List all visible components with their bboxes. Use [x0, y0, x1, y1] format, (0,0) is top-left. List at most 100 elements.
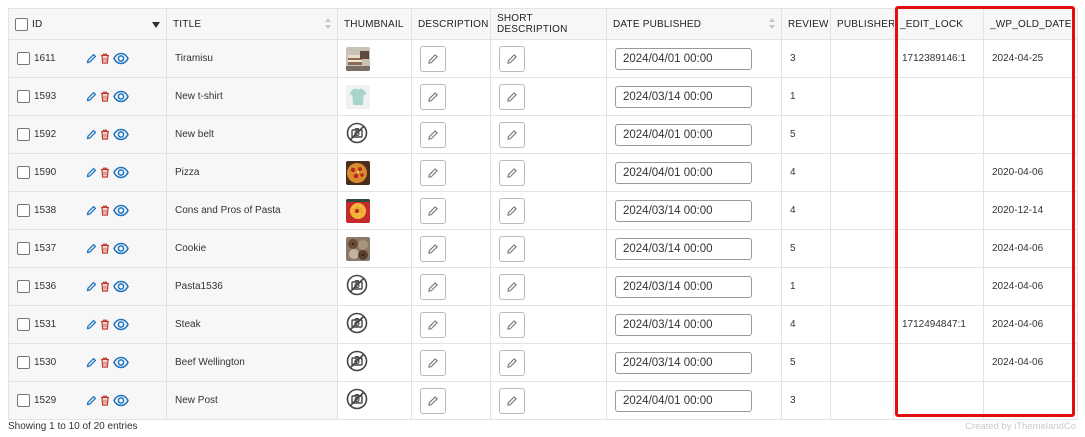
pencil-icon[interactable]: [86, 167, 97, 178]
header-date-published[interactable]: DATE PUBLISHED: [606, 8, 782, 40]
cell-publisher[interactable]: [830, 191, 894, 230]
cell-edit-lock[interactable]: [893, 267, 984, 306]
date-published-input[interactable]: [615, 123, 752, 146]
cell-wp-old-date[interactable]: [983, 381, 1078, 420]
cell-publisher[interactable]: [830, 343, 894, 382]
short-description-edit-button[interactable]: [499, 83, 525, 110]
sort-icon[interactable]: [325, 18, 331, 32]
row-checkbox[interactable]: [17, 90, 30, 103]
cell-wp-old-date[interactable]: 2024-04-06: [983, 267, 1078, 306]
cell-title[interactable]: Cookie: [166, 229, 338, 268]
header-id[interactable]: ID: [8, 8, 167, 40]
short-description-edit-button[interactable]: [499, 273, 525, 300]
short-description-edit-button[interactable]: [499, 235, 525, 262]
short-description-edit-button[interactable]: [499, 387, 525, 414]
cell-title[interactable]: Cons and Pros of Pasta: [166, 191, 338, 230]
no-image-icon[interactable]: [346, 350, 411, 375]
cell-review[interactable]: 3: [781, 381, 831, 420]
no-image-icon[interactable]: [346, 122, 411, 147]
description-edit-button[interactable]: [420, 45, 446, 72]
row-checkbox[interactable]: [17, 280, 30, 293]
eye-icon[interactable]: [113, 242, 129, 255]
cell-edit-lock[interactable]: 1712389146:1: [893, 39, 984, 78]
date-published-input[interactable]: [615, 313, 752, 336]
description-edit-button[interactable]: [420, 311, 446, 338]
eye-icon[interactable]: [113, 356, 129, 369]
date-published-input[interactable]: [615, 161, 752, 184]
cell-review[interactable]: 1: [781, 267, 831, 306]
row-checkbox[interactable]: [17, 242, 30, 255]
product-thumbnail[interactable]: [346, 198, 411, 223]
description-edit-button[interactable]: [420, 121, 446, 148]
pencil-icon[interactable]: [86, 129, 97, 140]
cell-publisher[interactable]: [830, 115, 894, 154]
pencil-icon[interactable]: [86, 357, 97, 368]
trash-icon[interactable]: [100, 319, 110, 330]
cell-review[interactable]: 1: [781, 77, 831, 116]
cell-wp-old-date[interactable]: 2020-12-14: [983, 191, 1078, 230]
header-publisher[interactable]: PUBLISHER: [830, 8, 895, 40]
trash-icon[interactable]: [100, 91, 110, 102]
trash-icon[interactable]: [100, 281, 110, 292]
cell-edit-lock[interactable]: [893, 229, 984, 268]
cell-publisher[interactable]: [830, 39, 894, 78]
description-edit-button[interactable]: [420, 159, 446, 186]
cell-wp-old-date[interactable]: 2024-04-06: [983, 343, 1078, 382]
cell-edit-lock[interactable]: [893, 115, 984, 154]
sort-icon[interactable]: [769, 18, 775, 32]
cell-review[interactable]: 5: [781, 343, 831, 382]
cell-title[interactable]: New t-shirt: [166, 77, 338, 116]
cell-edit-lock[interactable]: [893, 343, 984, 382]
cell-wp-old-date[interactable]: 2024-04-06: [983, 305, 1078, 344]
cell-edit-lock[interactable]: [893, 191, 984, 230]
short-description-edit-button[interactable]: [499, 159, 525, 186]
cell-title[interactable]: Tiramisu: [166, 39, 338, 78]
select-all-checkbox[interactable]: [15, 17, 28, 31]
pencil-icon[interactable]: [86, 281, 97, 292]
header-description[interactable]: DESCRIPTION: [411, 8, 491, 40]
cell-wp-old-date[interactable]: [983, 77, 1078, 116]
pencil-icon[interactable]: [86, 395, 97, 406]
no-image-icon[interactable]: [346, 388, 411, 413]
cell-wp-old-date[interactable]: 2020-04-06: [983, 153, 1078, 192]
cell-wp-old-date[interactable]: 2024-04-25: [983, 39, 1078, 78]
description-edit-button[interactable]: [420, 349, 446, 376]
cell-review[interactable]: 3: [781, 39, 831, 78]
cell-publisher[interactable]: [830, 381, 894, 420]
cell-publisher[interactable]: [830, 77, 894, 116]
cell-title[interactable]: New belt: [166, 115, 338, 154]
row-checkbox[interactable]: [17, 128, 30, 141]
short-description-edit-button[interactable]: [499, 349, 525, 376]
short-description-edit-button[interactable]: [499, 197, 525, 224]
cell-title[interactable]: Pizza: [166, 153, 338, 192]
row-checkbox[interactable]: [17, 356, 30, 369]
product-thumbnail[interactable]: [346, 160, 411, 185]
trash-icon[interactable]: [100, 395, 110, 406]
cell-publisher[interactable]: [830, 153, 894, 192]
cell-review[interactable]: 5: [781, 115, 831, 154]
product-thumbnail[interactable]: [346, 236, 411, 261]
date-published-input[interactable]: [615, 199, 752, 222]
short-description-edit-button[interactable]: [499, 311, 525, 338]
description-edit-button[interactable]: [420, 387, 446, 414]
pencil-icon[interactable]: [86, 319, 97, 330]
header-review[interactable]: REVIEW: [781, 8, 831, 40]
row-checkbox[interactable]: [17, 204, 30, 217]
header-wp-old-date[interactable]: _WP_OLD_DATE: [983, 8, 1078, 40]
product-thumbnail[interactable]: [346, 46, 411, 71]
header-edit-lock[interactable]: _EDIT_LOCK: [893, 8, 984, 40]
date-published-input[interactable]: [615, 85, 752, 108]
cell-title[interactable]: Steak: [166, 305, 338, 344]
header-short-description[interactable]: SHORT DESCRIPTION: [490, 8, 607, 40]
eye-icon[interactable]: [113, 318, 129, 331]
trash-icon[interactable]: [100, 53, 110, 64]
caret-down-icon[interactable]: [152, 20, 160, 31]
eye-icon[interactable]: [113, 280, 129, 293]
eye-icon[interactable]: [113, 128, 129, 141]
short-description-edit-button[interactable]: [499, 121, 525, 148]
cell-review[interactable]: 4: [781, 153, 831, 192]
row-checkbox[interactable]: [17, 166, 30, 179]
cell-title[interactable]: Beef Wellington: [166, 343, 338, 382]
eye-icon[interactable]: [113, 204, 129, 217]
trash-icon[interactable]: [100, 357, 110, 368]
